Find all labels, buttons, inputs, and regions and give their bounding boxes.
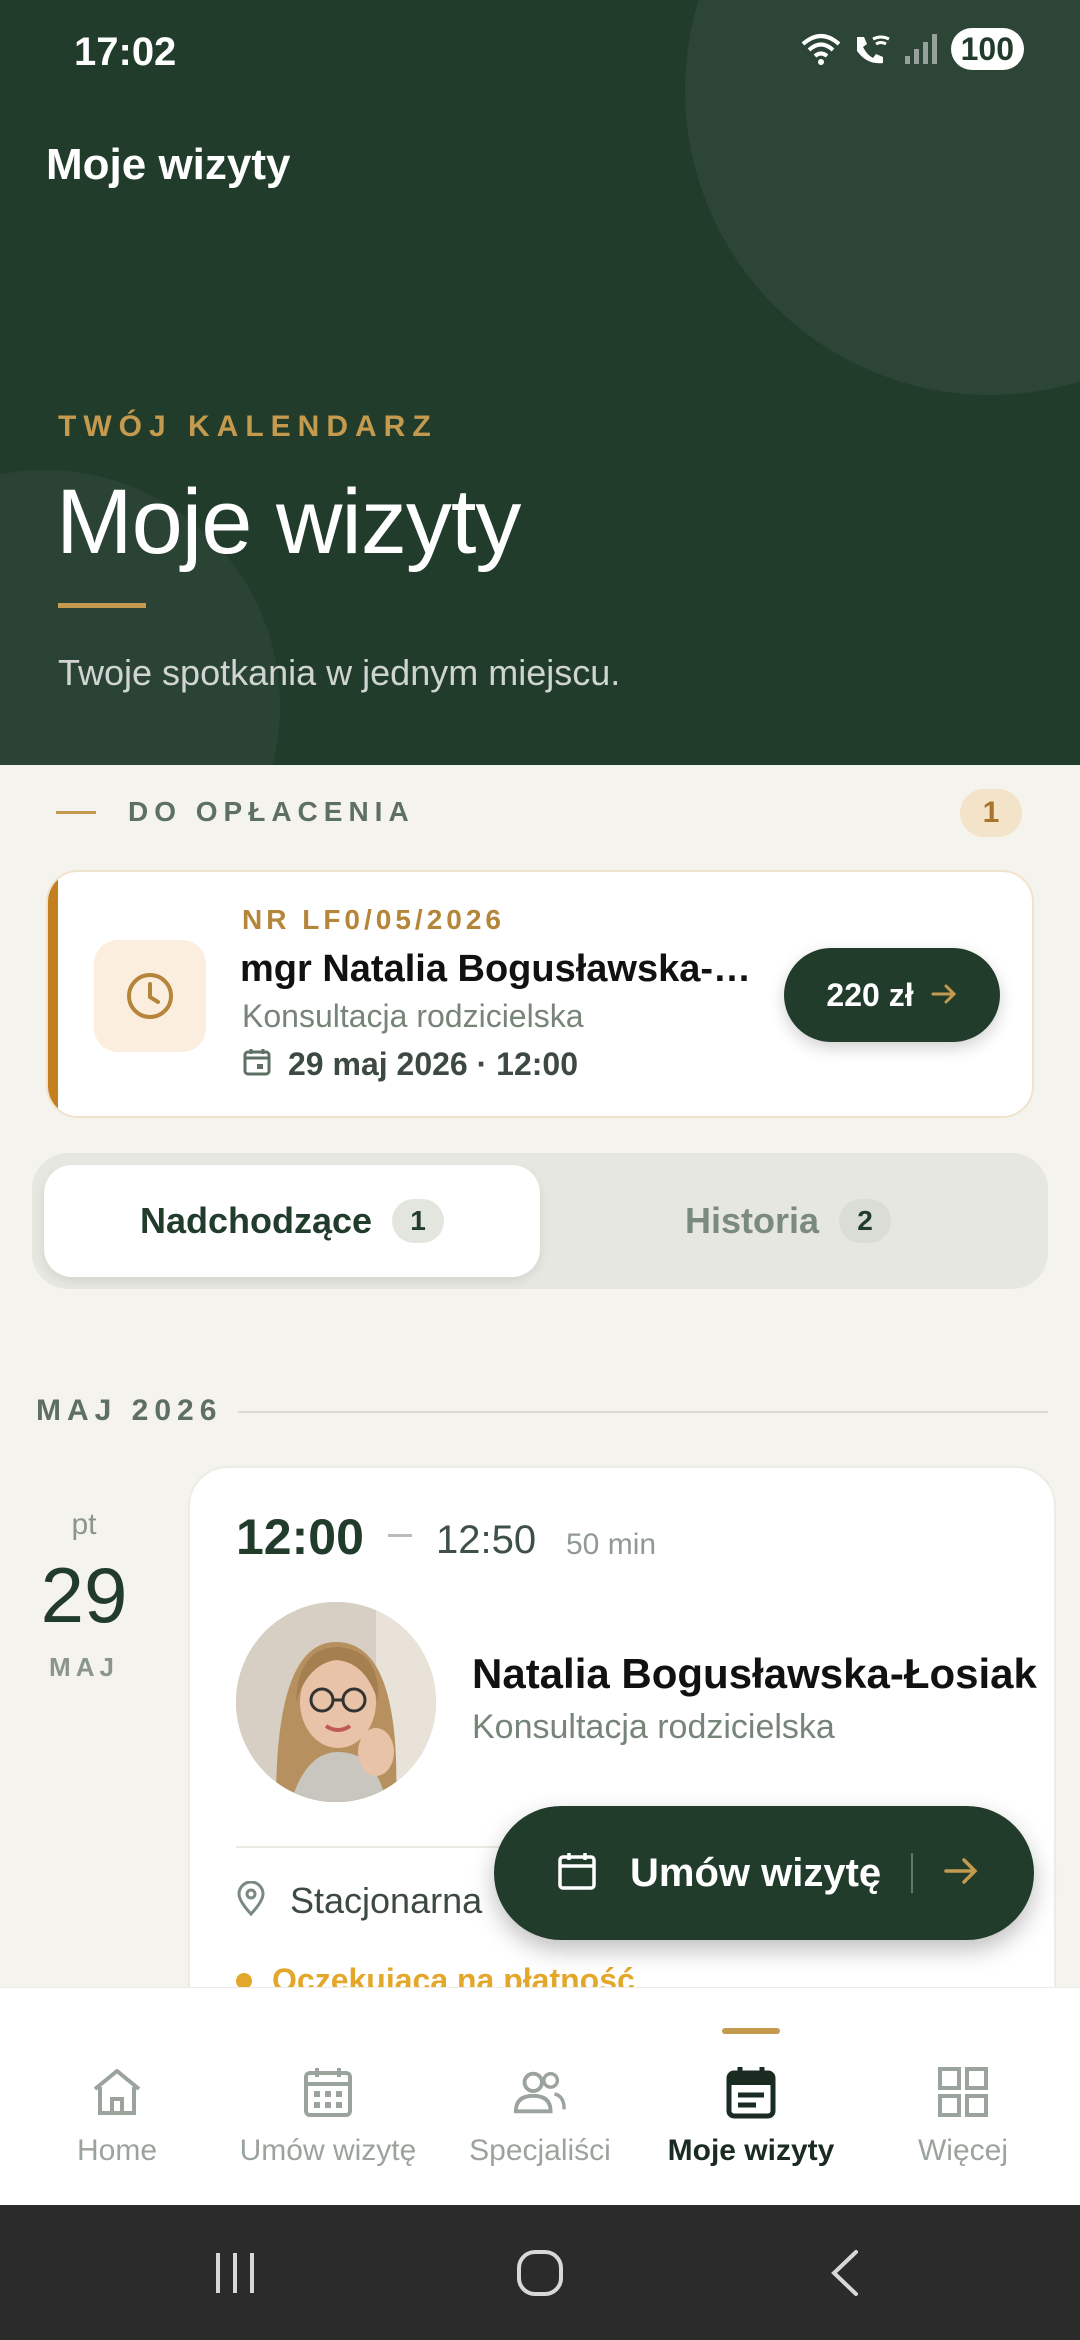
arrow-right-icon	[943, 1856, 979, 1891]
day-number: 29	[40, 1551, 128, 1639]
calendar-list-icon	[723, 2064, 779, 2120]
pay-amount: 220 zł	[826, 976, 914, 1013]
tab-history[interactable]: Historia 2	[540, 1165, 1036, 1277]
nav-more[interactable]: Więcej	[855, 1988, 1071, 2206]
nav-label: Moje wizyty	[667, 2134, 835, 2167]
app-bar-title: Moje wizyty	[46, 140, 291, 189]
payment-card[interactable]: NR LF0/05/2026 mgr Natalia Bogusławska-Ł…	[46, 870, 1034, 1118]
payment-date: 29 maj 2026 · 12:00	[288, 1046, 578, 1082]
hero-subtitle: Twoje spotkania w jednym miejscu.	[58, 652, 621, 693]
nav-my-appointments[interactable]: Moje wizyty	[643, 1988, 859, 2206]
wifi-icon	[801, 29, 841, 69]
appointment-card[interactable]: 12:00 12:50 50 min Natalia Bogusławska-Ł…	[188, 1466, 1056, 2026]
payment-number: NR LF0/05/2026	[242, 904, 505, 935]
recent-apps-button[interactable]	[200, 2205, 270, 2340]
recent-apps-icon	[216, 2252, 254, 2293]
appointment-specialist: Natalia Bogusławska-Łosiak	[472, 1650, 1037, 1697]
payment-card-accent	[48, 872, 58, 1116]
appointment-service: Konsultacja rodzicielska	[472, 1708, 835, 1746]
back-icon	[831, 2249, 858, 2296]
tab-upcoming[interactable]: Nadchodzące 1	[44, 1165, 540, 1277]
nav-label: Specjaliści	[469, 2134, 611, 2167]
fab-divider	[911, 1853, 914, 1893]
bottom-navigation: Home Umów wizytę Specjaliści Moje wizyty…	[0, 1987, 1080, 2205]
fab-label: Umów wizytę	[630, 1850, 882, 1895]
status-icons: 100	[801, 28, 1024, 70]
nav-home[interactable]: Home	[9, 1988, 225, 2206]
calendar-icon	[242, 1047, 272, 1082]
time-dash	[388, 1534, 412, 1537]
arrow-right-icon	[930, 977, 958, 1014]
wifi-calling-icon	[851, 29, 891, 69]
day-of-week: pt	[71, 1508, 97, 1541]
nav-book[interactable]: Umów wizytę	[220, 1988, 436, 2206]
appointment-duration: 50 min	[566, 1528, 657, 1561]
month-divider	[238, 1411, 1048, 1413]
calendar-icon	[556, 1850, 598, 1897]
hero-title: Moje wizyty	[56, 471, 521, 573]
appointment-location: Stacjonarna	[290, 1880, 483, 1921]
appointment-start-time: 12:00	[236, 1509, 364, 1565]
header-hero: 17:02 100 Moje wizyty TWÓJ KALENDARZ Moj…	[0, 0, 1080, 765]
appointment-location-row: Stacjonarna	[236, 1880, 482, 1922]
nav-label: Umów wizytę	[239, 2134, 417, 2167]
to-pay-count-badge: 1	[960, 789, 1022, 837]
status-time: 17:02	[74, 30, 177, 74]
hero-divider	[58, 603, 146, 608]
location-pin-icon	[236, 1880, 266, 1922]
system-navigation-bar	[0, 2205, 1080, 2340]
nav-specialists[interactable]: Specjaliści	[432, 1988, 648, 2206]
tab-count: 1	[392, 1199, 445, 1243]
people-icon	[512, 2064, 568, 2120]
appointment-end-time: 12:50	[436, 1518, 537, 1562]
to-pay-section-header: DO OPŁACENIA	[56, 796, 415, 828]
signal-icon	[901, 29, 941, 69]
home-icon	[89, 2064, 145, 2120]
pay-button[interactable]: 220 zł	[784, 948, 1000, 1042]
payment-date-row: 29 maj 2026 · 12:00	[242, 1046, 578, 1083]
back-button[interactable]	[810, 2205, 880, 2340]
calendar-grid-icon	[300, 2064, 356, 2120]
home-circle-icon	[517, 2249, 563, 2296]
book-appointment-fab[interactable]: Umów wizytę	[494, 1806, 1034, 1940]
nav-label: Więcej	[917, 2134, 1008, 2167]
hero-kicker: TWÓJ KALENDARZ	[58, 410, 438, 443]
home-button[interactable]	[505, 2205, 575, 2340]
tab-label: Historia	[684, 1200, 820, 1241]
grid-icon	[935, 2064, 991, 2120]
nav-label: Home	[76, 2134, 158, 2167]
payment-service: Konsultacja rodzicielska	[242, 998, 584, 1034]
day-month: MAJ	[49, 1652, 119, 1682]
tab-label: Nadchodzące	[139, 1200, 373, 1241]
battery-indicator: 100	[950, 28, 1024, 70]
tab-count: 2	[839, 1199, 892, 1243]
appointments-tabs: Nadchodzące 1 Historia 2	[32, 1153, 1048, 1289]
clock-icon	[94, 940, 206, 1052]
month-header: MAJ 2026	[36, 1394, 223, 1427]
avatar	[236, 1602, 436, 1802]
section-dash	[56, 810, 96, 814]
payment-specialist: mgr Natalia Bogusławska-Łosiak	[240, 948, 760, 990]
to-pay-heading: DO OPŁACENIA	[128, 796, 415, 827]
